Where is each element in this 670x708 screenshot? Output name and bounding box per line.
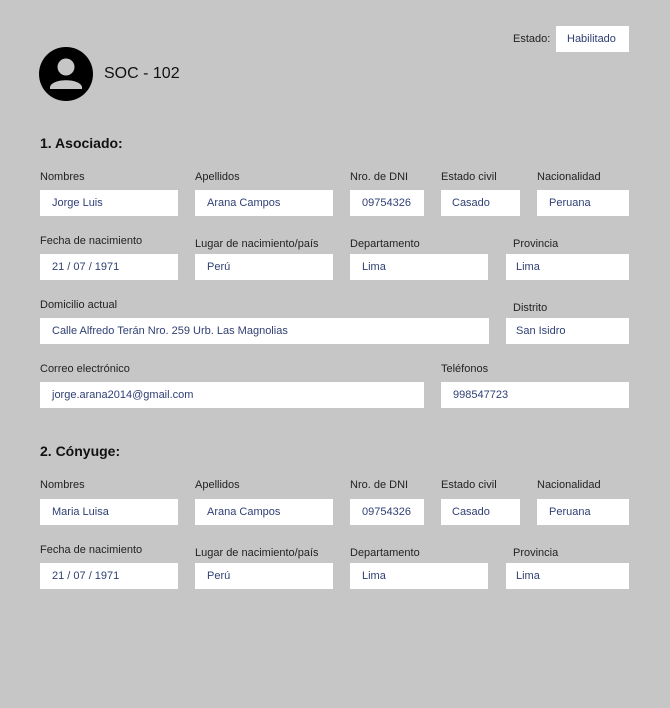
- conyuge-provincia-field[interactable]: Lima: [506, 563, 629, 589]
- estado-label: Estado:: [513, 33, 551, 45]
- label-asociado-apellidos: Apellidos: [195, 171, 240, 183]
- conyuge-dni-field[interactable]: 09754326: [350, 499, 424, 525]
- label-asociado-nombres: Nombres: [40, 171, 85, 183]
- conyuge-nacionalidad-field[interactable]: Peruana: [537, 499, 629, 525]
- label-conyuge-estado-civil: Estado civil: [441, 479, 497, 491]
- conyuge-fecha-nacimiento-field[interactable]: 21 / 07 / 1971: [40, 563, 178, 589]
- record-code-title: SOC - 102: [104, 65, 180, 82]
- asociado-dni-field[interactable]: 09754326: [350, 190, 424, 216]
- label-asociado-dni: Nro. de DNI: [350, 171, 409, 183]
- label-conyuge-apellidos: Apellidos: [195, 479, 240, 491]
- label-asociado-correo: Correo electrónico: [40, 363, 130, 375]
- conyuge-lugar-nacimiento-field[interactable]: Perú: [195, 563, 333, 589]
- conyuge-estado-civil-field[interactable]: Casado: [441, 499, 520, 525]
- asociado-provincia-field[interactable]: Lima: [506, 254, 629, 280]
- label-conyuge-lugar-nacimiento: Lugar de nacimiento/país: [195, 547, 319, 559]
- label-conyuge-fecha-nacimiento: Fecha de nacimiento: [40, 544, 143, 556]
- label-asociado-telefonos: Teléfonos: [441, 363, 489, 375]
- asociado-nombres-field[interactable]: Jorge Luis: [40, 190, 178, 216]
- conyuge-nombres-field[interactable]: Maria Luisa: [40, 499, 178, 525]
- label-conyuge-departamento: Departamento: [350, 547, 420, 559]
- label-asociado-distrito: Distrito: [513, 302, 548, 314]
- label-conyuge-nombres: Nombres: [40, 479, 85, 491]
- user-avatar-icon: [39, 47, 93, 101]
- label-asociado-nacionalidad: Nacionalidad: [537, 171, 601, 183]
- label-asociado-departamento: Departamento: [350, 238, 420, 250]
- section-title-asociado: 1. Asociado:: [40, 135, 123, 151]
- label-asociado-lugar-nacimiento: Lugar de nacimiento/país: [195, 238, 319, 250]
- asociado-fecha-nacimiento-field[interactable]: 21 / 07 / 1971: [40, 254, 178, 280]
- asociado-estado-civil-field[interactable]: Casado: [441, 190, 520, 216]
- conyuge-departamento-field[interactable]: Lima: [350, 563, 488, 589]
- asociado-apellidos-field[interactable]: Arana Campos: [195, 190, 333, 216]
- asociado-correo-field[interactable]: jorge.arana2014@gmail.com: [40, 382, 424, 408]
- label-conyuge-nacionalidad: Nacionalidad: [537, 479, 601, 491]
- asociado-departamento-field[interactable]: Lima: [350, 254, 488, 280]
- asociado-lugar-nacimiento-field[interactable]: Perú: [195, 254, 333, 280]
- asociado-nacionalidad-field[interactable]: Peruana: [537, 190, 629, 216]
- estado-status-field[interactable]: Habilitado: [556, 26, 629, 52]
- label-asociado-provincia: Provincia: [513, 238, 559, 250]
- label-conyuge-dni: Nro. de DNI: [350, 479, 409, 491]
- label-asociado-estado-civil: Estado civil: [441, 171, 497, 183]
- asociado-domicilio-field[interactable]: Calle Alfredo Terán Nro. 259 Urb. Las Ma…: [40, 318, 489, 344]
- label-asociado-fecha-nacimiento: Fecha de nacimiento: [40, 235, 143, 247]
- section-title-conyuge: 2. Cónyuge:: [40, 443, 121, 459]
- asociado-distrito-field[interactable]: San Isidro: [506, 318, 629, 344]
- asociado-telefonos-field[interactable]: 998547723: [441, 382, 629, 408]
- conyuge-apellidos-field[interactable]: Arana Campos: [195, 499, 333, 525]
- label-asociado-domicilio: Domicilio actual: [40, 299, 118, 311]
- label-conyuge-provincia: Provincia: [513, 547, 559, 559]
